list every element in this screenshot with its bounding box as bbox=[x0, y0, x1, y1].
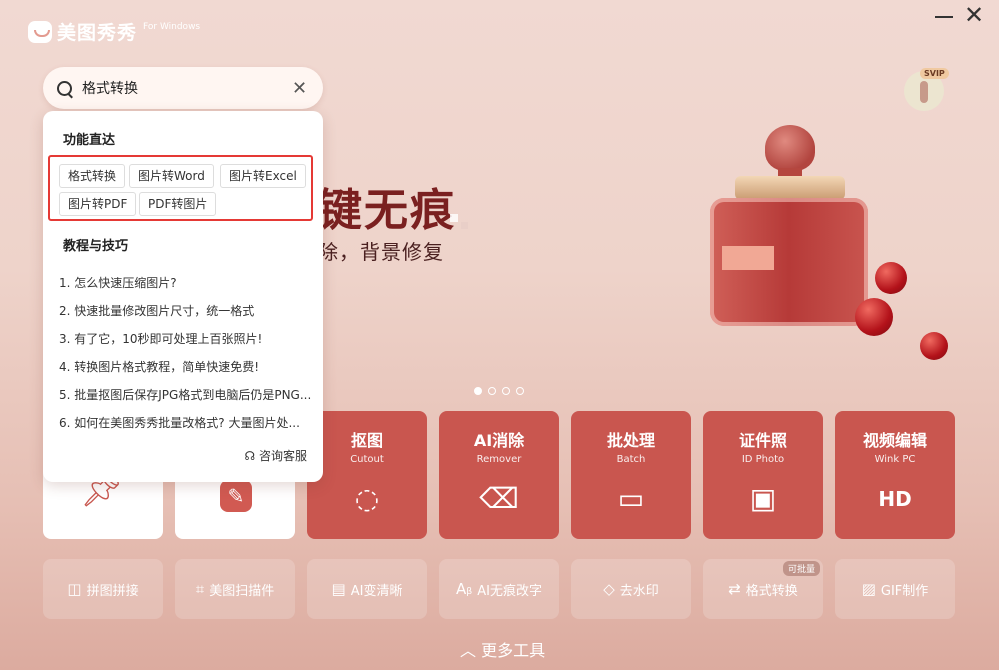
cutout-icon: ◌ bbox=[354, 482, 380, 515]
section-title-tutorials: 教程与技巧 bbox=[63, 239, 129, 254]
carousel-dot[interactable] bbox=[474, 387, 482, 395]
headset-icon: ☊ bbox=[244, 449, 256, 463]
tool-ai-text-edit[interactable]: Aᵦ AI无痕改字 bbox=[439, 559, 559, 619]
search-bar[interactable]: ✕ bbox=[43, 67, 323, 109]
tool-label: 格式转换 bbox=[745, 583, 798, 599]
tile-title: 视频编辑 bbox=[862, 431, 927, 450]
tool-label: AI变清晰 bbox=[350, 583, 403, 599]
more-tools-button[interactable]: ︿ 更多工具 bbox=[460, 637, 545, 661]
tool-gif[interactable]: ▨ GIF制作 bbox=[835, 559, 955, 619]
app-name: 美图秀秀 bbox=[57, 22, 138, 44]
tool-label: 拼图拼接 bbox=[86, 583, 139, 599]
chevron-up-icon: ︿ bbox=[460, 641, 477, 660]
sparkle-icon bbox=[450, 214, 458, 222]
perfume-label bbox=[722, 246, 774, 270]
tool-label: AI无痕改字 bbox=[477, 583, 543, 599]
tutorial-link[interactable]: 6. 如何在美图秀秀批量改格式? 大量图片处... bbox=[59, 414, 300, 431]
tile-subtitle: ID Photo bbox=[741, 454, 785, 465]
close-icon[interactable]: ✕ bbox=[964, 3, 984, 27]
id-card-icon: ▣ bbox=[749, 482, 777, 515]
folder-icon: ▭ bbox=[617, 482, 645, 515]
tool-label: GIF制作 bbox=[880, 583, 929, 599]
feature-chip[interactable]: PDF转图片 bbox=[139, 192, 217, 216]
more-tools-label: 更多工具 bbox=[481, 641, 546, 660]
svip-badge: SVIP bbox=[920, 68, 949, 79]
perfume-collar bbox=[735, 176, 845, 200]
tile-subtitle: Wink PC bbox=[874, 454, 916, 465]
banner-subtitle: 除，背景修复 bbox=[318, 240, 444, 264]
tile-video-edit[interactable]: 视频编辑 Wink PC HD bbox=[835, 411, 955, 539]
gif-icon: ▨ bbox=[861, 580, 876, 598]
tutorial-link[interactable]: 1. 怎么快速压缩图片? bbox=[59, 274, 177, 291]
hd-icon: ▤ bbox=[331, 580, 346, 598]
tile-id-photo[interactable]: 证件照 ID Photo ▣ bbox=[703, 411, 823, 539]
search-icon bbox=[57, 80, 72, 96]
customer-service-label: 咨询客服 bbox=[258, 449, 307, 463]
app-logo: 美图秀秀 For Windows bbox=[28, 18, 200, 45]
convert-icon: ⇄ bbox=[728, 580, 741, 598]
search-dropdown: 功能直达 格式转换 图片转Word 图片转Excel 图片转PDF PDF转图片… bbox=[43, 111, 323, 482]
carousel-dots[interactable] bbox=[474, 387, 524, 395]
batch-tag: 可批量 bbox=[783, 561, 821, 576]
hd-video-icon: HD bbox=[878, 487, 912, 511]
tile-batch[interactable]: 批处理 Batch ▭ bbox=[571, 411, 691, 539]
tool-ai-enhance[interactable]: ▤ AI变清晰 bbox=[307, 559, 427, 619]
tile-subtitle: Batch bbox=[616, 454, 646, 465]
perfume-cap bbox=[765, 125, 815, 171]
carousel-dot[interactable] bbox=[502, 387, 510, 395]
tile-remover[interactable]: AI消除 Remover ⌫ bbox=[439, 411, 559, 539]
tool-scan[interactable]: ⌗ 美图扫描件 bbox=[175, 559, 295, 619]
feature-chip[interactable]: 图片转PDF bbox=[59, 192, 137, 216]
carousel-dot[interactable] bbox=[516, 387, 524, 395]
text-edit-icon: Aᵦ bbox=[455, 580, 473, 598]
tutorial-link[interactable]: 2. 快速批量修改图片尺寸，统一格式 bbox=[59, 302, 254, 319]
section-title-features: 功能直达 bbox=[63, 133, 116, 148]
tool-label: 去水印 bbox=[619, 583, 659, 599]
app-platform: For Windows bbox=[143, 21, 201, 32]
feature-chip[interactable]: 格式转换 bbox=[59, 164, 126, 188]
tutorial-link[interactable]: 4. 转换图片格式教程，简单快速免费! bbox=[59, 358, 259, 375]
feature-chip[interactable]: 图片转Excel bbox=[220, 164, 306, 188]
collage-icon: ◫ bbox=[67, 580, 82, 598]
tool-collage[interactable]: ◫ 拼图拼接 bbox=[43, 559, 163, 619]
cherry-image bbox=[920, 332, 948, 360]
tool-watermark-remove[interactable]: ◇ 去水印 bbox=[571, 559, 691, 619]
pencil-icon: ✎ bbox=[220, 480, 252, 512]
tutorial-link[interactable]: 5. 批量抠图后保存JPG格式到电脑后仍是PNG... bbox=[59, 386, 311, 403]
scan-icon: ⌗ bbox=[195, 580, 205, 598]
meitu-logo-icon bbox=[28, 20, 52, 43]
search-input[interactable] bbox=[80, 79, 284, 97]
customer-service-link[interactable]: ☊ 咨询客服 bbox=[244, 447, 307, 464]
tile-title: AI消除 bbox=[473, 431, 525, 450]
feature-chip[interactable]: 图片转Word bbox=[129, 164, 214, 188]
banner-title: 键无痕 bbox=[318, 185, 456, 236]
tile-cutout[interactable]: 抠图 Cutout ◌ bbox=[307, 411, 427, 539]
tool-label: 美图扫描件 bbox=[209, 583, 275, 599]
eraser-icon: ⌫ bbox=[479, 482, 519, 515]
tile-title: 批处理 bbox=[606, 431, 655, 450]
tile-subtitle: Cutout bbox=[350, 454, 384, 465]
tile-title: 抠图 bbox=[350, 431, 383, 450]
tutorial-link[interactable]: 3. 有了它，10秒即可处理上百张照片! bbox=[59, 330, 262, 347]
cherry-image bbox=[875, 262, 907, 294]
minimize-icon[interactable] bbox=[935, 16, 953, 18]
sparkle-icon bbox=[461, 222, 468, 229]
carousel-dot[interactable] bbox=[488, 387, 496, 395]
watermark-eraser-icon: ◇ bbox=[603, 580, 615, 598]
tile-title: 证件照 bbox=[738, 431, 787, 450]
cherry-image bbox=[855, 298, 893, 336]
tile-subtitle: Remover bbox=[476, 454, 522, 465]
clear-icon[interactable]: ✕ bbox=[292, 78, 307, 99]
